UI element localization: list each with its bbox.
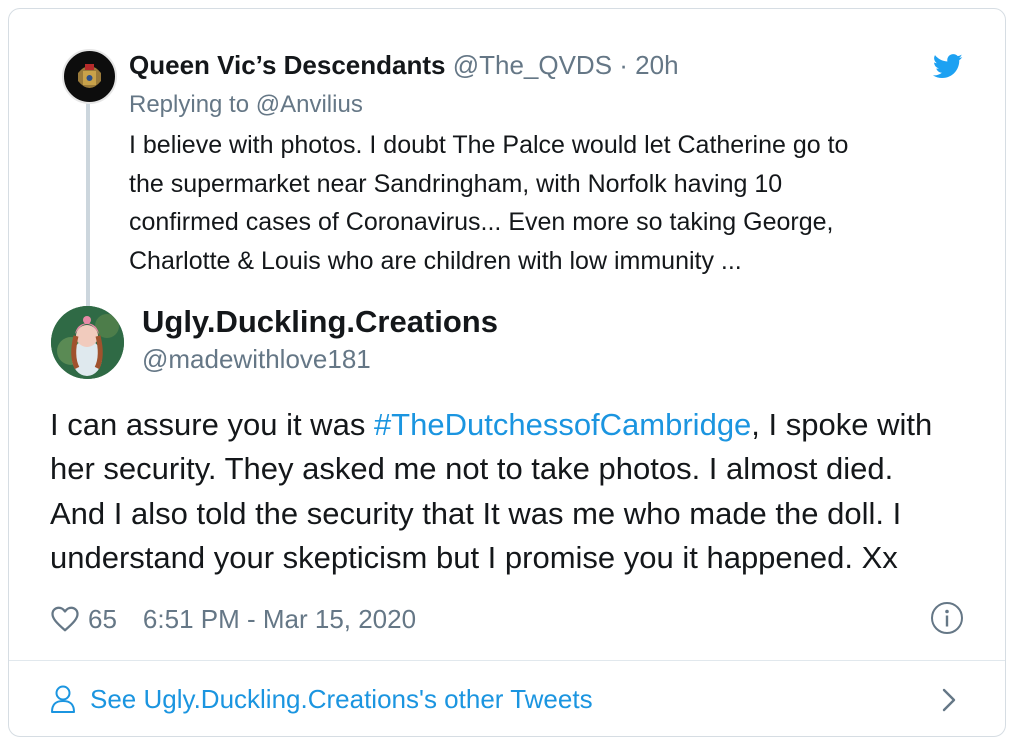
queen-vic-avatar[interactable] bbox=[62, 49, 117, 104]
main-text-line: understand your skepticism but I promise… bbox=[50, 539, 898, 575]
twitter-bird-icon[interactable] bbox=[933, 54, 963, 79]
main-text-segment: I can assure you it was bbox=[50, 407, 374, 442]
see-other-tweets-label[interactable]: See Ugly.Duckling.Creations's other Twee… bbox=[90, 684, 593, 715]
tweet-timestamp[interactable]: 6:51 PM - Mar 15, 2020 bbox=[143, 604, 416, 635]
person-icon bbox=[51, 685, 75, 713]
main-text-line: I can assure you it was #TheDutchessofCa… bbox=[50, 403, 990, 447]
reply-author-line: Queen Vic’s Descendants @The_QVDS · 20h bbox=[129, 50, 679, 81]
reply-text-line: Charlotte & Louis who are children with … bbox=[129, 246, 742, 275]
like-count[interactable]: 65 bbox=[88, 604, 117, 635]
reply-display-name[interactable]: Queen Vic’s Descendants bbox=[129, 50, 445, 80]
chevron-right-icon[interactable] bbox=[939, 685, 959, 715]
reply-text-line: confirmed cases of Coronavirus... Even m… bbox=[129, 208, 834, 236]
tweet-meta-bar: 65 6:51 PM - Mar 15, 2020 bbox=[50, 602, 416, 636]
reply-tweet-text: I believe with photos. I doubt The Palce… bbox=[129, 126, 969, 280]
footer-divider bbox=[9, 660, 1005, 661]
heart-icon[interactable] bbox=[50, 604, 80, 634]
reply-text-line: I believe with photos. I doubt The Palce… bbox=[129, 131, 849, 159]
replying-to-line: Replying to @Anvilius bbox=[129, 91, 363, 119]
embedded-tweet-card: Queen Vic’s Descendants @The_QVDS · 20h … bbox=[8, 8, 1006, 737]
main-text-segment: , I spoke with bbox=[751, 407, 933, 442]
main-text-line: her security. They asked me not to take … bbox=[50, 451, 894, 487]
hashtag-link[interactable]: #TheDutchessofCambridge bbox=[374, 407, 751, 442]
info-icon[interactable] bbox=[930, 601, 964, 635]
ugly-duckling-avatar[interactable] bbox=[51, 306, 124, 379]
main-display-name[interactable]: Ugly.Duckling.Creations bbox=[142, 304, 498, 340]
thread-connector-line bbox=[86, 99, 90, 309]
main-handle[interactable]: @madewithlove181 bbox=[142, 344, 371, 375]
replying-to-label: Replying to bbox=[129, 91, 250, 118]
main-text-line: And I also told the security that It was… bbox=[50, 495, 902, 531]
replying-to-mention[interactable]: @Anvilius bbox=[256, 91, 363, 118]
see-other-tweets-link[interactable]: See Ugly.Duckling.Creations's other Twee… bbox=[50, 681, 593, 717]
reply-text-line: the supermarket near Sandringham, with N… bbox=[129, 169, 783, 198]
main-tweet-text: I can assure you it was #TheDutchessofCa… bbox=[50, 403, 990, 580]
reply-handle-time[interactable]: @The_QVDS · 20h bbox=[453, 50, 679, 80]
